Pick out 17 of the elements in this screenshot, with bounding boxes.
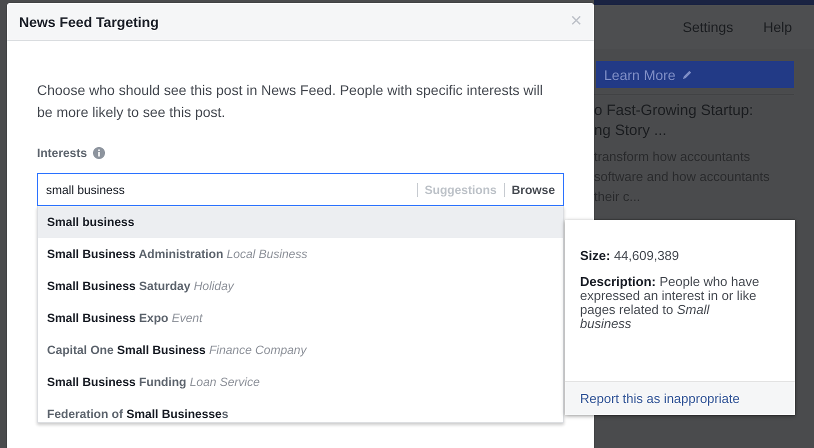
report-link[interactable]: Report this as inappropriate <box>565 381 795 415</box>
pencil-icon <box>682 69 693 80</box>
dialog-title: News Feed Targeting <box>19 14 159 30</box>
audience-size: Size: 44,609,389 <box>580 248 680 263</box>
suggestion-item[interactable]: Small Business Saturday Holiday <box>38 270 563 302</box>
suggestion-item[interactable]: Small business <box>38 206 563 238</box>
suggestion-item[interactable]: Small Business Expo Event <box>38 302 563 334</box>
interest-description: Description: People who have expressed an interest in or like pages related to Small business <box>580 275 760 331</box>
suggestion-item[interactable]: Federation of Small Businesses <box>38 398 563 422</box>
suggestion-item[interactable]: Small Business Funding Loan Service <box>38 366 563 398</box>
field-link[interactable]: Browse <box>504 182 555 196</box>
field-label: Interests <box>37 146 88 160</box>
suggestion-item[interactable]: Capital One Small Business Finance Company <box>38 334 563 366</box>
interests-field[interactable]: small business Suggestions Browse <box>37 173 564 206</box>
intro-text: Choose who should see this post in News Feed. People with specific interests will be more likely to see this post. <box>37 81 544 122</box>
suggestion-item[interactable]: Small Business Administration Local Business <box>38 238 563 270</box>
info-icon[interactable] <box>93 147 106 159</box>
